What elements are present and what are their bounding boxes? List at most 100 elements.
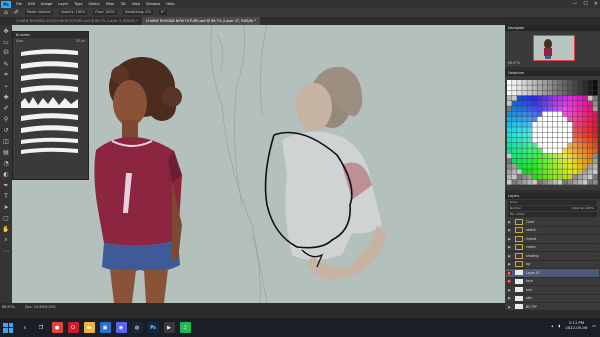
navigator-zoom[interactable]: 66.67% xyxy=(508,61,520,65)
pen-icon[interactable]: ✒ xyxy=(2,181,10,189)
layer-opacity[interactable]: Opacity: 100% xyxy=(572,206,594,211)
swatch xyxy=(557,101,563,106)
menu-filter[interactable]: Filter xyxy=(103,2,118,6)
layer-fill[interactable]: Fill: 100% xyxy=(508,212,597,217)
mode-select[interactable]: Mode: Normal xyxy=(24,10,53,15)
eraser-icon[interactable]: ◫ xyxy=(2,137,10,145)
spotify-icon[interactable]: ♫ xyxy=(179,322,191,333)
visibility-eye-icon[interactable]: ◉ xyxy=(506,245,512,249)
visibility-eye-icon[interactable]: ◉ xyxy=(506,279,512,284)
notifications-icon[interactable]: ▭ xyxy=(592,323,596,328)
visibility-eye-icon[interactable]: ◉ xyxy=(506,270,512,275)
zoom-icon[interactable]: ⌕ xyxy=(2,236,10,244)
volume-icon[interactable]: ◖ xyxy=(558,323,560,328)
swatch xyxy=(547,132,553,138)
minimize-button[interactable]: — xyxy=(572,0,577,8)
layer-kind-filter[interactable]: Kind xyxy=(508,200,597,205)
visibility-eye-icon[interactable]: ◉ xyxy=(506,305,512,309)
layer-row[interactable]: ◉ skin xyxy=(506,295,599,303)
layer-row[interactable]: ◉ Color xyxy=(506,218,599,227)
chrome-icon[interactable]: ● xyxy=(51,322,63,333)
layer-row[interactable]: ◉ Layer 47 xyxy=(506,269,599,278)
visibility-eye-icon[interactable]: ◉ xyxy=(506,296,512,300)
stamp-icon[interactable]: ⚲ xyxy=(2,115,10,123)
network-icon[interactable]: ▴ xyxy=(551,323,553,328)
task-view-icon[interactable]: ❐ xyxy=(35,322,47,333)
opera-icon[interactable]: O xyxy=(67,322,79,333)
steam-icon[interactable]: ◍ xyxy=(131,322,143,333)
menu-select[interactable]: Select xyxy=(86,2,103,6)
layer-row[interactable]: ◉ colors xyxy=(506,244,599,252)
photoshop-icon[interactable]: Ps xyxy=(147,322,159,333)
brush-strokes-list[interactable] xyxy=(13,44,86,164)
lasso-icon[interactable]: ᘏ xyxy=(2,49,10,57)
menu-image[interactable]: Image xyxy=(38,2,55,6)
swatch xyxy=(587,90,593,96)
navigator-thumbnail[interactable] xyxy=(533,35,575,61)
crop-icon[interactable]: ⌗ xyxy=(2,71,10,79)
menu-help[interactable]: Help xyxy=(163,2,177,6)
visibility-eye-icon[interactable]: ◉ xyxy=(506,228,512,232)
healing-icon[interactable]: ✚ xyxy=(2,93,10,101)
menu-view[interactable]: View xyxy=(129,2,144,6)
more-tools-icon[interactable]: ⋯ xyxy=(2,247,10,255)
history-brush-icon[interactable]: ↺ xyxy=(2,126,10,134)
layer-row[interactable]: ◉ shading xyxy=(506,252,599,261)
brush-icon[interactable]: ✐ xyxy=(2,104,10,112)
visibility-eye-icon[interactable]: ◉ xyxy=(506,262,512,266)
layer-row[interactable]: ◉ lineart xyxy=(506,235,599,244)
swatch xyxy=(527,101,532,106)
menu-3d[interactable]: 3D xyxy=(118,2,129,6)
brush-size-value[interactable]: 52 px xyxy=(76,39,85,43)
move-icon[interactable]: ✥ xyxy=(2,27,10,35)
close-button[interactable]: ✕ xyxy=(594,0,598,8)
tab-document-1[interactable]: CHARIE RHONDA S47620 NEW FUTURE.psd @ 66… xyxy=(12,17,142,25)
search-icon[interactable]: ⌕ xyxy=(19,322,31,333)
smoothing-field[interactable]: Smoothing: 0% xyxy=(122,10,153,15)
opacity-field[interactable]: Opacity: 100% xyxy=(58,10,88,15)
swatch xyxy=(537,148,542,154)
visibility-eye-icon[interactable]: ◉ xyxy=(506,237,512,241)
store-icon[interactable]: ▣ xyxy=(99,322,111,333)
menu-window[interactable]: Window xyxy=(143,2,163,6)
menu-layer[interactable]: Layer xyxy=(55,2,71,6)
menu-type[interactable]: Type xyxy=(71,2,85,6)
layer-row[interactable]: ◉ hair xyxy=(506,286,599,295)
dodge-icon[interactable]: ◐ xyxy=(2,170,10,178)
explorer-icon[interactable]: ▬ xyxy=(83,322,95,333)
maximize-button[interactable]: ☐ xyxy=(583,0,587,8)
status-bar: 66.67% Doc: 10.5M/6.02G xyxy=(0,303,505,310)
type-icon[interactable]: T xyxy=(2,192,10,200)
visibility-eye-icon[interactable]: ◉ xyxy=(506,220,512,224)
shape-icon[interactable]: ▢ xyxy=(2,214,10,222)
home-icon[interactable]: ⌂ xyxy=(4,9,8,16)
discord-icon[interactable]: ◉ xyxy=(115,322,127,333)
hand-icon[interactable]: ✋ xyxy=(2,225,10,233)
layer-row[interactable]: ◉ bg xyxy=(506,261,599,269)
blend-mode-value: Normal xyxy=(510,206,521,210)
swatch-grid[interactable] xyxy=(507,80,598,185)
blur-icon[interactable]: ◔ xyxy=(2,159,10,167)
angle-field[interactable]: 0° xyxy=(158,10,167,15)
visibility-eye-icon[interactable]: ◉ xyxy=(506,288,512,292)
menu-file[interactable]: File xyxy=(13,2,25,6)
gradient-icon[interactable]: ▤ xyxy=(2,148,10,156)
layer-row[interactable]: ◉ face xyxy=(506,278,599,286)
quick-select-icon[interactable]: ✎ xyxy=(2,60,10,68)
eyedropper-icon[interactable]: ⌁ xyxy=(2,82,10,90)
visibility-eye-icon[interactable]: ◉ xyxy=(506,254,512,258)
brush-stroke xyxy=(21,113,78,121)
tab-document-2[interactable]: CHARIE RHONDA NEW FUTURE.psd @ 66.7% (La… xyxy=(141,17,260,25)
layer-row[interactable]: ◉ sketch xyxy=(506,227,599,235)
flow-field[interactable]: Flow: 100% xyxy=(93,10,117,15)
marquee-icon[interactable]: ▭ xyxy=(2,38,10,46)
clock[interactable]: 2:11 PM 2022-05-06 xyxy=(565,320,587,330)
brush-preset-icon[interactable]: ✐ xyxy=(14,9,19,16)
path-select-icon[interactable]: ➤ xyxy=(2,203,10,211)
menu-edit[interactable]: Edit xyxy=(25,2,38,6)
blend-mode-select[interactable]: Normal Opacity: 100% xyxy=(508,206,597,211)
media-icon[interactable]: ▶ xyxy=(163,322,175,333)
swatch xyxy=(537,85,542,91)
windows-start-icon[interactable] xyxy=(3,322,13,333)
zoom-level[interactable]: 66.67% xyxy=(2,305,15,309)
